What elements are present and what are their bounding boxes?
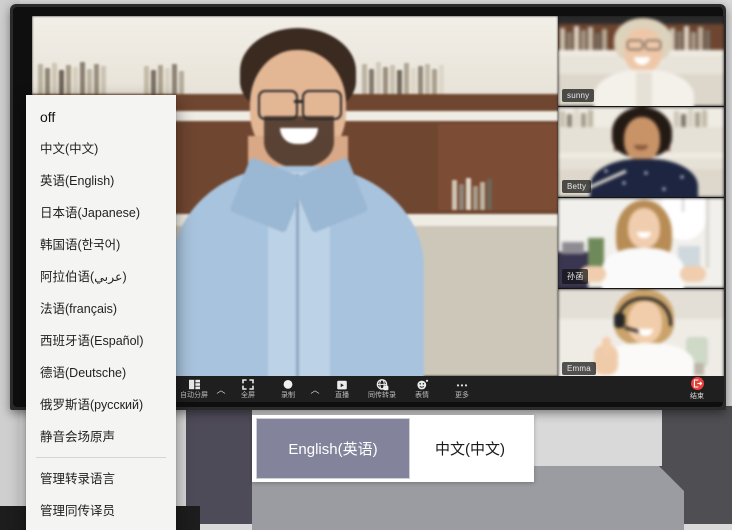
reactions-icon [416, 378, 429, 391]
toolbar-more-button[interactable]: 更多 [442, 378, 482, 400]
menu-item-german[interactable]: 德语(Deutsche) [26, 357, 176, 389]
language-option-chinese[interactable]: 中文(中文) [410, 419, 530, 478]
participant-name-label: Betty [562, 180, 592, 193]
toolbar-interpretation-button[interactable]: 同传转录 [362, 378, 402, 400]
participant-name-label: 孙菡 [562, 269, 589, 284]
toolbar-button-label: 录制 [281, 392, 295, 399]
layout-split-icon [188, 378, 201, 391]
menu-divider [36, 457, 166, 458]
menu-item-manage-interpreters[interactable]: 管理同传译员 [26, 495, 176, 527]
menu-item-russian[interactable]: 俄罗斯语(русский) [26, 389, 176, 421]
menu-item-off[interactable]: off [26, 101, 176, 133]
toolbar-live-button[interactable]: 直播 [322, 378, 362, 400]
toolbar-button-label: 表情 [415, 392, 429, 399]
screenshot-root: sunny Betty 孙菡 Emma 自动分屏 ︿ 全屏 录制 ︿ 直播 同传… [0, 0, 732, 530]
toolbar-record-button[interactable]: 录制 [268, 378, 308, 400]
interpretation-icon [376, 378, 389, 391]
language-option-english[interactable]: English(英语) [256, 418, 410, 479]
toolbar-button-label: 全屏 [241, 392, 255, 399]
participant-thumbnail-strip: sunny Betty 孙菡 Emma [558, 16, 724, 379]
menu-item-french[interactable]: 法语(français) [26, 293, 176, 325]
record-options-caret-icon[interactable]: ︿ [308, 378, 322, 400]
toolbar-fullscreen-button[interactable]: 全屏 [228, 378, 268, 400]
participant-tile[interactable]: 孙菡 [558, 198, 724, 289]
interpretation-language-panel: English(英语) 中文(中文) [252, 415, 534, 482]
interpretation-language-menu: off 中文(中文) 英语(English) 日本语(Japanese) 韩国语… [26, 95, 176, 530]
menu-item-chinese[interactable]: 中文(中文) [26, 133, 176, 165]
fullscreen-icon [242, 378, 254, 391]
participant-tile[interactable]: Emma [558, 289, 724, 379]
menu-item-korean[interactable]: 韩国语(한국어) [26, 229, 176, 261]
toolbar-button-label: 同传转录 [368, 392, 396, 399]
toolbar-layout-button[interactable]: 自动分屏 [174, 378, 214, 400]
toolbar-button-label: 直播 [335, 392, 349, 399]
end-meeting-button[interactable]: 结束 [674, 377, 720, 401]
menu-item-spanish[interactable]: 西班牙语(Español) [26, 325, 176, 357]
participant-tile[interactable]: sunny [558, 16, 724, 107]
leave-meeting-icon [690, 377, 704, 390]
end-meeting-label: 结束 [690, 393, 704, 400]
menu-item-japanese[interactable]: 日本语(Japanese) [26, 197, 176, 229]
menu-item-arabic[interactable]: 阿拉伯语(عربي) [26, 261, 176, 293]
menu-item-manage-transcription-languages[interactable]: 管理转录语言 [26, 463, 176, 495]
participant-tile[interactable]: Betty [558, 107, 724, 198]
more-dots-icon [455, 378, 469, 391]
live-stream-icon [336, 378, 348, 391]
toolbar-reactions-button[interactable]: 表情 [402, 378, 442, 400]
toolbar-button-label: 自动分屏 [180, 392, 208, 399]
menu-item-mute-original-audio[interactable]: 静音会场原声 [26, 421, 176, 453]
participant-name-label: sunny [562, 89, 595, 102]
participant-name-label: Emma [562, 362, 596, 375]
record-icon [282, 378, 294, 391]
toolbar-button-label: 更多 [455, 392, 469, 399]
layout-options-caret-icon[interactable]: ︿ [214, 378, 228, 400]
menu-item-english[interactable]: 英语(English) [26, 165, 176, 197]
